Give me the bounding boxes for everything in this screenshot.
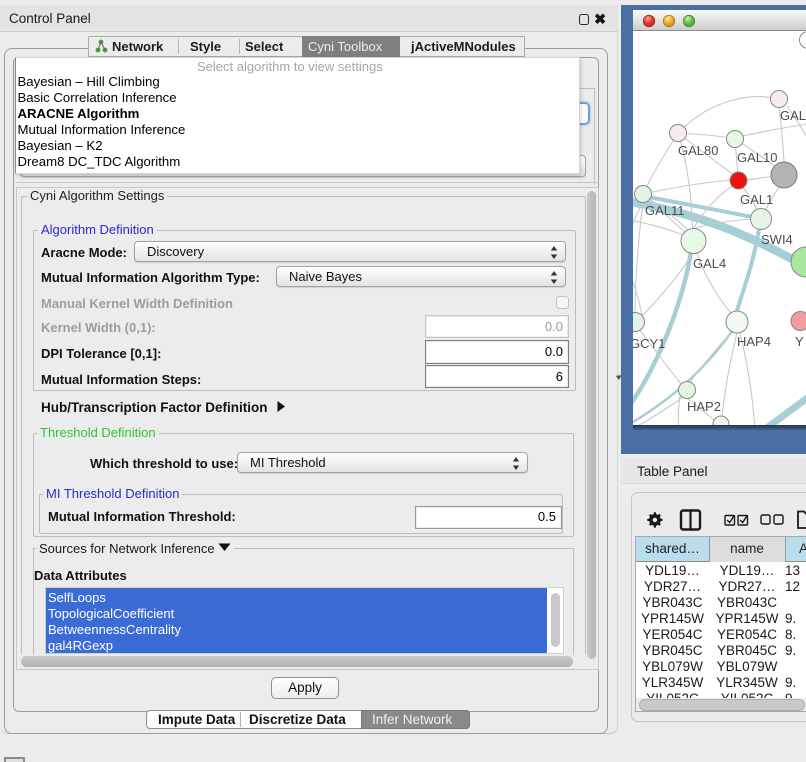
svg-text:Y: Y <box>795 334 804 349</box>
svg-text:HAP2: HAP2 <box>687 399 721 414</box>
svg-text:GAL80: GAL80 <box>678 143 718 158</box>
svg-text:GAL7: GAL7 <box>780 108 806 123</box>
svg-text:GAL11: GAL11 <box>645 203 685 218</box>
svg-text:GAL4: GAL4 <box>693 256 726 271</box>
svg-text:GCY1: GCY1 <box>633 336 665 351</box>
svg-text:HAP4: HAP4 <box>737 334 771 349</box>
svg-text:GAL1: GAL1 <box>740 192 773 207</box>
svg-text:SWI4: SWI4 <box>761 232 793 247</box>
svg-text:GAL10: GAL10 <box>737 150 777 165</box>
